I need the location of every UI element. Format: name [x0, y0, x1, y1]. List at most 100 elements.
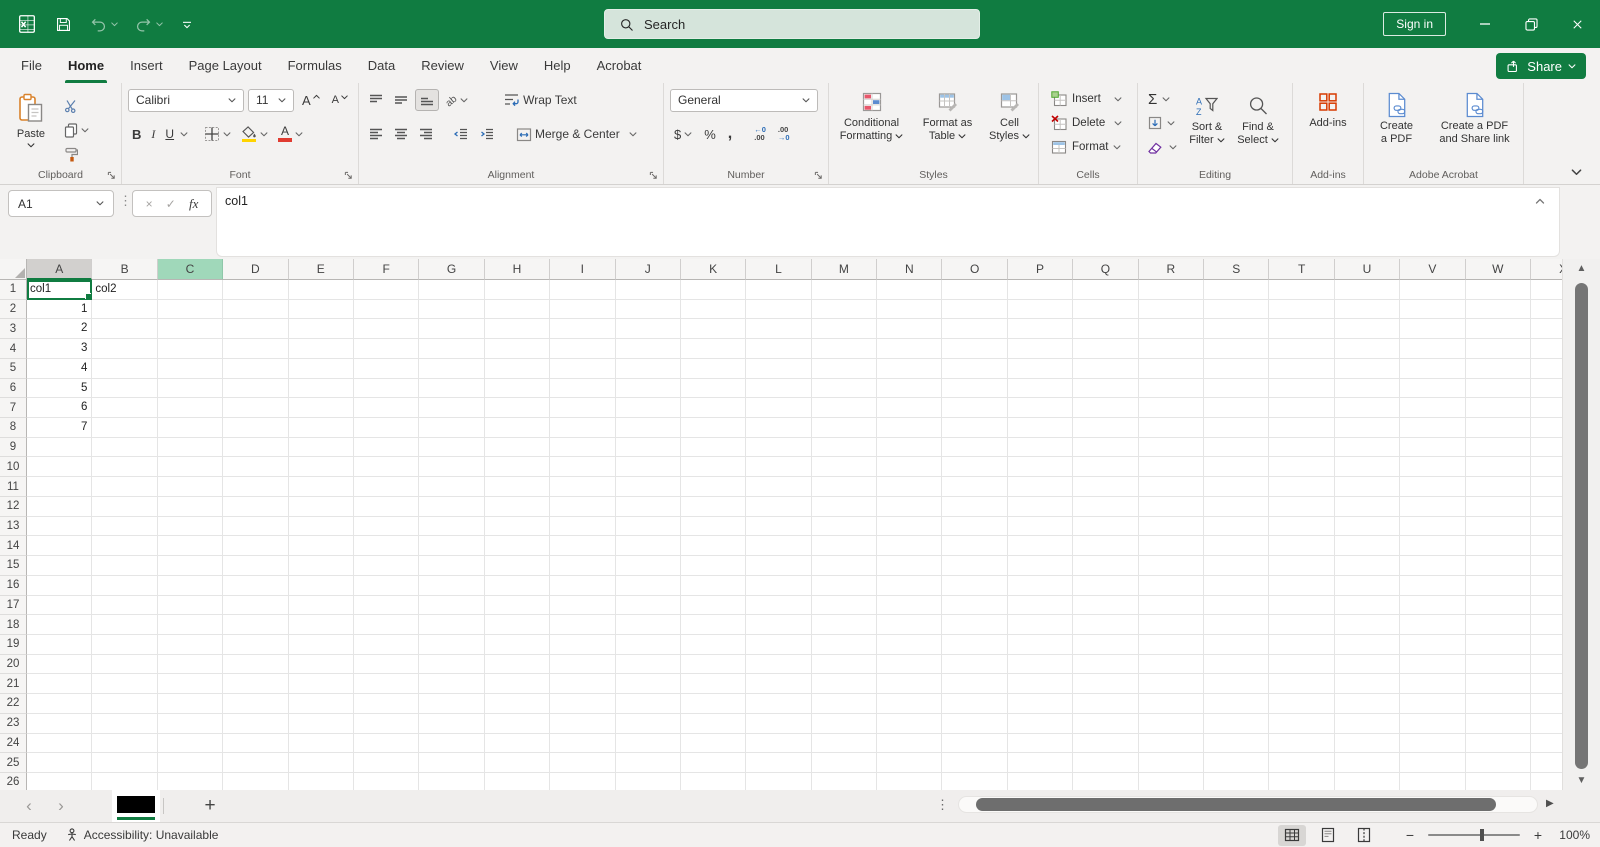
cell-L22[interactable] — [746, 694, 811, 714]
cell-B15[interactable] — [92, 556, 157, 576]
cell-N13[interactable] — [877, 517, 942, 537]
cell-S17[interactable] — [1204, 596, 1269, 616]
cell-V22[interactable] — [1400, 694, 1465, 714]
cell-L6[interactable] — [746, 379, 811, 399]
cell-J4[interactable] — [616, 339, 681, 359]
cell-B7[interactable] — [92, 398, 157, 418]
cell-N8[interactable] — [877, 418, 942, 438]
row-header-13[interactable]: 13 — [0, 517, 27, 537]
cell-R9[interactable] — [1139, 438, 1204, 458]
cell-X23[interactable] — [1531, 714, 1562, 734]
percent-style-button[interactable]: % — [700, 123, 720, 145]
row-header-9[interactable]: 9 — [0, 438, 27, 458]
column-header-B[interactable]: B — [92, 259, 157, 280]
cell-N21[interactable] — [877, 674, 942, 694]
cell-K13[interactable] — [681, 517, 746, 537]
cell-C5[interactable] — [158, 359, 223, 379]
cell-P8[interactable] — [1008, 418, 1073, 438]
cell-N7[interactable] — [877, 398, 942, 418]
cell-U18[interactable] — [1335, 615, 1400, 635]
cell-G7[interactable] — [419, 398, 484, 418]
cell-D8[interactable] — [223, 418, 288, 438]
cell-R19[interactable] — [1139, 635, 1204, 655]
cell-J5[interactable] — [616, 359, 681, 379]
cell-I2[interactable] — [550, 300, 615, 320]
sort-filter-button[interactable]: Sort &Filter — [1181, 87, 1233, 167]
cell-F8[interactable] — [354, 418, 419, 438]
cell-E8[interactable] — [289, 418, 354, 438]
cell-K20[interactable] — [681, 655, 746, 675]
cell-F3[interactable] — [354, 319, 419, 339]
cell-I6[interactable] — [550, 379, 615, 399]
column-header-P[interactable]: P — [1008, 259, 1073, 280]
cell-U2[interactable] — [1335, 300, 1400, 320]
cell-A26[interactable] — [27, 773, 92, 790]
cell-X9[interactable] — [1531, 438, 1562, 458]
column-header-D[interactable]: D — [223, 259, 288, 280]
cell-P11[interactable] — [1008, 477, 1073, 497]
cell-Q8[interactable] — [1073, 418, 1138, 438]
cell-R7[interactable] — [1139, 398, 1204, 418]
cell-M16[interactable] — [812, 576, 877, 596]
cell-B21[interactable] — [92, 674, 157, 694]
increase-decimal-button[interactable] — [750, 123, 770, 145]
cell-X14[interactable] — [1531, 536, 1562, 556]
cell-C18[interactable] — [158, 615, 223, 635]
cell-O3[interactable] — [942, 319, 1007, 339]
cell-B25[interactable] — [92, 753, 157, 773]
cell-S24[interactable] — [1204, 734, 1269, 754]
cell-W7[interactable] — [1466, 398, 1531, 418]
cell-G8[interactable] — [419, 418, 484, 438]
cell-G21[interactable] — [419, 674, 484, 694]
column-header-E[interactable]: E — [289, 259, 354, 280]
column-header-O[interactable]: O — [942, 259, 1007, 280]
cell-A25[interactable] — [27, 753, 92, 773]
cell-N22[interactable] — [877, 694, 942, 714]
new-sheet-button[interactable]: + — [196, 792, 224, 820]
cell-A18[interactable] — [27, 615, 92, 635]
cell-F22[interactable] — [354, 694, 419, 714]
cell-B6[interactable] — [92, 379, 157, 399]
row-header-25[interactable]: 25 — [0, 753, 27, 773]
row-header-1[interactable]: 1 — [0, 280, 27, 300]
cell-I5[interactable] — [550, 359, 615, 379]
cell-E17[interactable] — [289, 596, 354, 616]
bottom-align-button[interactable] — [415, 89, 439, 111]
cell-D21[interactable] — [223, 674, 288, 694]
cell-I8[interactable] — [550, 418, 615, 438]
cell-M25[interactable] — [812, 753, 877, 773]
cell-P17[interactable] — [1008, 596, 1073, 616]
cell-W3[interactable] — [1466, 319, 1531, 339]
cell-N11[interactable] — [877, 477, 942, 497]
cell-G16[interactable] — [419, 576, 484, 596]
cell-X19[interactable] — [1531, 635, 1562, 655]
tab-review[interactable]: Review — [408, 48, 477, 83]
cell-D11[interactable] — [223, 477, 288, 497]
cancel-entry-button[interactable]: × — [146, 197, 153, 211]
number-format-select[interactable]: General — [670, 89, 818, 112]
cell-W2[interactable] — [1466, 300, 1531, 320]
cell-S20[interactable] — [1204, 655, 1269, 675]
cell-G25[interactable] — [419, 753, 484, 773]
cut-button[interactable] — [60, 95, 93, 117]
cell-E9[interactable] — [289, 438, 354, 458]
cell-Q7[interactable] — [1073, 398, 1138, 418]
cell-W13[interactable] — [1466, 517, 1531, 537]
cell-R21[interactable] — [1139, 674, 1204, 694]
cell-F6[interactable] — [354, 379, 419, 399]
cell-B4[interactable] — [92, 339, 157, 359]
cell-X21[interactable] — [1531, 674, 1562, 694]
cell-H19[interactable] — [485, 635, 550, 655]
cell-O23[interactable] — [942, 714, 1007, 734]
cell-B26[interactable] — [92, 773, 157, 790]
cell-D12[interactable] — [223, 497, 288, 517]
cell-V9[interactable] — [1400, 438, 1465, 458]
cell-U16[interactable] — [1335, 576, 1400, 596]
cell-D4[interactable] — [223, 339, 288, 359]
cell-V12[interactable] — [1400, 497, 1465, 517]
cell-M13[interactable] — [812, 517, 877, 537]
cell-G14[interactable] — [419, 536, 484, 556]
cell-N1[interactable] — [877, 280, 942, 300]
cell-H8[interactable] — [485, 418, 550, 438]
cell-X8[interactable] — [1531, 418, 1562, 438]
